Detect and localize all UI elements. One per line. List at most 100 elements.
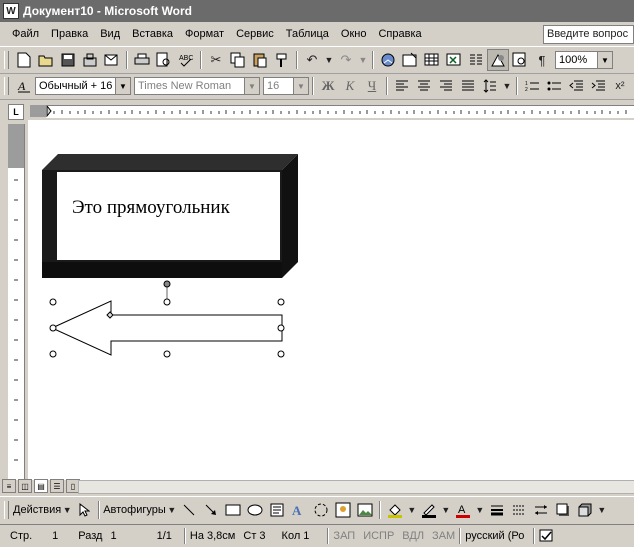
word-app-icon[interactable]: W [3, 3, 19, 19]
status-extend[interactable]: ВДЛ [398, 528, 428, 544]
shadow-style-icon[interactable] [552, 499, 574, 521]
arrow-style-icon[interactable] [530, 499, 552, 521]
tab-selector[interactable]: L [8, 104, 24, 120]
columns-icon[interactable] [465, 49, 487, 71]
menu-file[interactable]: Файл [6, 25, 45, 43]
toolbar-grip[interactable] [4, 77, 9, 95]
redo-dropdown-icon[interactable]: ▼ [357, 49, 369, 71]
3d-style-icon[interactable] [574, 499, 596, 521]
help-question-box[interactable]: Введите вопрос [543, 25, 634, 44]
decrease-indent-icon[interactable] [565, 75, 587, 97]
style-combo[interactable]: Обычный + 16 р ▼ [35, 77, 131, 95]
status-record[interactable]: ЗАП [329, 528, 359, 544]
print-preview-icon[interactable] [153, 49, 175, 71]
draw-actions-menu[interactable]: Действия [13, 504, 61, 516]
undo-dropdown-icon[interactable]: ▼ [323, 49, 335, 71]
toolbar-grip[interactable] [4, 51, 9, 69]
horizontal-ruler[interactable] [30, 102, 634, 120]
show-hide-icon[interactable]: ¶ [531, 49, 553, 71]
select-objects-icon[interactable] [73, 499, 95, 521]
line-spacing-dropdown-icon[interactable]: ▼ [501, 75, 513, 97]
line-tool-icon[interactable] [178, 499, 200, 521]
tables-borders-icon[interactable] [399, 49, 421, 71]
drawing-toggle-icon[interactable] [487, 49, 509, 71]
vertical-ruler[interactable] [8, 124, 25, 480]
redo-icon[interactable]: ↷ [335, 49, 357, 71]
numbering-icon[interactable]: 12 [521, 75, 543, 97]
chevron-down-icon[interactable]: ▼ [596, 499, 608, 521]
print-layout-icon[interactable]: ▤ [34, 479, 48, 493]
open-folder-icon[interactable] [35, 49, 57, 71]
menu-edit[interactable]: Правка [45, 25, 94, 43]
increase-indent-icon[interactable] [587, 75, 609, 97]
font-color-icon[interactable]: A [452, 499, 474, 521]
text-box-icon[interactable] [266, 499, 288, 521]
print-icon[interactable] [131, 49, 153, 71]
new-document-icon[interactable] [13, 49, 35, 71]
outline-view-icon[interactable]: ☰ [50, 479, 64, 493]
font-size-combo[interactable]: 16 ▼ [263, 77, 309, 95]
insert-excel-icon[interactable] [443, 49, 465, 71]
chevron-down-icon[interactable]: ▼ [244, 78, 259, 94]
chevron-down-icon[interactable]: ▼ [406, 499, 418, 521]
align-right-icon[interactable] [435, 75, 457, 97]
line-color-icon[interactable] [418, 499, 440, 521]
spelling-status-icon[interactable] [535, 525, 559, 547]
line-style-icon[interactable] [486, 499, 508, 521]
align-left-icon[interactable] [391, 75, 413, 97]
spelling-icon[interactable]: ABC [175, 49, 197, 71]
align-center-icon[interactable] [413, 75, 435, 97]
save-icon[interactable] [57, 49, 79, 71]
paste-icon[interactable] [249, 49, 271, 71]
autoshapes-menu[interactable]: Автофигуры [103, 504, 166, 516]
superscript-icon[interactable]: x² [609, 75, 631, 97]
chevron-down-icon[interactable]: ▼ [115, 78, 130, 94]
menu-window[interactable]: Окно [335, 25, 373, 43]
insert-picture-icon[interactable] [354, 499, 376, 521]
rectangle-text[interactable]: Это прямоугольник [72, 197, 230, 219]
undo-icon[interactable]: ↶ [301, 49, 323, 71]
wordart-icon[interactable]: A [288, 499, 310, 521]
rectangle-tool-icon[interactable] [222, 499, 244, 521]
document-page[interactable]: Это прямоугольник [28, 120, 634, 480]
oval-tool-icon[interactable] [244, 499, 266, 521]
italic-button[interactable]: К [339, 75, 361, 97]
status-overtype[interactable]: ЗАМ [428, 528, 459, 544]
underline-button[interactable]: Ч [361, 75, 383, 97]
line-spacing-icon[interactable] [479, 75, 501, 97]
status-language[interactable]: русский (Ро [461, 528, 533, 544]
chevron-down-icon[interactable]: ▼ [474, 499, 486, 521]
justify-icon[interactable] [457, 75, 479, 97]
menu-insert[interactable]: Вставка [126, 25, 179, 43]
dash-style-icon[interactable] [508, 499, 530, 521]
bold-button[interactable]: Ж [317, 75, 339, 97]
arrow-tool-icon[interactable] [200, 499, 222, 521]
cut-icon[interactable]: ✂ [205, 49, 227, 71]
normal-view-icon[interactable]: ≡ [2, 479, 16, 493]
chevron-down-icon[interactable]: ▼ [293, 78, 308, 94]
document-map-icon[interactable] [509, 49, 531, 71]
font-combo[interactable]: Times New Roman ▼ [134, 77, 260, 95]
insert-table-icon[interactable] [421, 49, 443, 71]
zoom-combo[interactable]: 100% ▼ [555, 51, 613, 69]
chevron-down-icon[interactable]: ▼ [61, 499, 73, 521]
status-track-changes[interactable]: ИСПР [359, 528, 398, 544]
clip-art-icon[interactable] [332, 499, 354, 521]
hyperlink-icon[interactable] [377, 49, 399, 71]
menu-table[interactable]: Таблица [280, 25, 335, 43]
bullets-icon[interactable] [543, 75, 565, 97]
web-view-icon[interactable]: ◫ [18, 479, 32, 493]
menu-format[interactable]: Формат [179, 25, 230, 43]
menu-help[interactable]: Справка [372, 25, 427, 43]
chevron-down-icon[interactable]: ▼ [166, 499, 178, 521]
email-icon[interactable] [101, 49, 123, 71]
diagram-icon[interactable] [310, 499, 332, 521]
menu-view[interactable]: Вид [94, 25, 126, 43]
format-painter-icon[interactable] [271, 49, 293, 71]
copy-icon[interactable] [227, 49, 249, 71]
menu-tools[interactable]: Сервис [230, 25, 280, 43]
styles-pane-icon[interactable]: A [13, 75, 35, 97]
chevron-down-icon[interactable]: ▼ [440, 499, 452, 521]
toolbar-grip[interactable] [4, 501, 9, 519]
permission-icon[interactable] [79, 49, 101, 71]
